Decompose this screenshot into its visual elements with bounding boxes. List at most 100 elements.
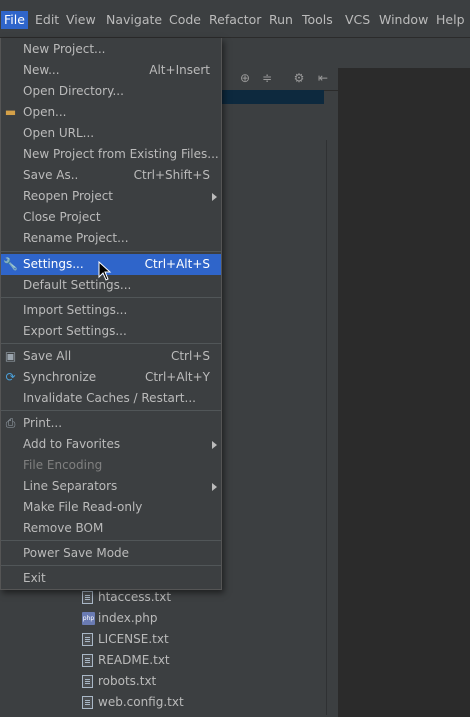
menu-item-exit[interactable]: Exit <box>1 568 221 589</box>
tree-item-readme[interactable]: README.txt <box>82 650 170 670</box>
menu-item-open[interactable]: ▬ Open... <box>1 102 221 123</box>
menu-separator <box>1 540 221 541</box>
tree-item-htaccess[interactable]: htaccess.txt <box>82 587 171 607</box>
menu-item-invalidate-caches[interactable]: Invalidate Caches / Restart... <box>1 388 221 409</box>
menu-item-synchronize[interactable]: ⟳ Synchronize Ctrl+Alt+Y <box>1 367 221 388</box>
submenu-arrow-icon <box>212 483 217 491</box>
shortcut-label: Ctrl+Shift+S <box>133 168 210 182</box>
gear-icon[interactable]: ⚙ <box>292 71 306 85</box>
file-label: README.txt <box>98 653 170 667</box>
file-label: index.php <box>98 611 158 625</box>
menu-item-label: New Project... <box>23 42 106 56</box>
menu-item-label: Invalidate Caches / Restart... <box>23 391 196 405</box>
menu-item-new-from-existing[interactable]: New Project from Existing Files... <box>1 144 221 165</box>
menu-item-open-directory[interactable]: Open Directory... <box>1 81 221 102</box>
wrench-icon: 🔧 <box>3 257 18 271</box>
menu-refactor[interactable]: Refactor <box>206 11 264 29</box>
php-file-icon: php <box>82 611 95 625</box>
file-label: htaccess.txt <box>98 590 172 604</box>
save-icon: ▣ <box>4 349 17 363</box>
menu-item-label: Export Settings... <box>23 324 127 338</box>
menu-item-label: File Encoding <box>23 458 103 472</box>
menu-item-label: Line Separators <box>23 479 118 493</box>
tree-item-license[interactable]: LICENSE.txt <box>82 629 169 649</box>
menu-item-line-separators[interactable]: Line Separators <box>1 476 221 497</box>
text-file-icon <box>82 590 93 604</box>
menu-item-label: Default Settings... <box>23 278 132 292</box>
menu-separator <box>1 251 221 252</box>
file-label: robots.txt <box>98 674 157 688</box>
menu-item-label: Reopen Project <box>23 189 113 203</box>
menu-item-label: Synchronize <box>23 370 97 384</box>
menu-item-label: Open... <box>23 105 67 119</box>
shortcut-label: Ctrl+S <box>170 349 210 363</box>
tree-item-web-config[interactable]: web.config.txt <box>82 692 184 712</box>
project-scrollbar[interactable] <box>326 140 337 715</box>
menu-item-rename-project[interactable]: Rename Project... <box>1 228 221 249</box>
menu-file[interactable]: File <box>1 11 28 29</box>
menu-item-label: Exit <box>23 571 46 585</box>
menu-help[interactable]: Help <box>433 11 468 29</box>
menu-item-label: Rename Project... <box>23 231 129 245</box>
menu-item-open-url[interactable]: Open URL... <box>1 123 221 144</box>
hide-icon[interactable]: ⇤ <box>316 71 330 85</box>
menu-item-remove-bom[interactable]: Remove BOM <box>1 518 221 539</box>
menu-item-file-encoding: File Encoding <box>1 455 221 476</box>
menu-item-print[interactable]: ⎙ Print... <box>1 413 221 434</box>
menu-item-new[interactable]: New... Alt+Insert <box>1 60 221 81</box>
menu-item-add-to-favorites[interactable]: Add to Favorites <box>1 434 221 455</box>
text-file-icon <box>82 632 93 646</box>
project-toolbar: ⊕ ≑ ⚙ ⇤ <box>222 68 338 91</box>
menu-item-label: Open Directory... <box>23 84 124 98</box>
menu-item-label: Import Settings... <box>23 303 128 317</box>
menu-item-power-save-mode[interactable]: Power Save Mode <box>1 543 221 564</box>
menu-item-reopen-project[interactable]: Reopen Project <box>1 186 221 207</box>
menu-item-label: Print... <box>23 416 63 430</box>
menu-item-label: New Project from Existing Files... <box>23 147 219 161</box>
menu-item-import-settings[interactable]: Import Settings... <box>1 300 221 321</box>
text-file-icon <box>82 653 93 667</box>
menu-item-label: Close Project <box>23 210 101 224</box>
menu-window[interactable]: Window <box>376 11 431 29</box>
menu-separator <box>1 297 221 298</box>
navigation-bar <box>222 38 470 69</box>
tree-item-robots[interactable]: robots.txt <box>82 671 156 691</box>
shortcut-label: Ctrl+Alt+Y <box>144 370 210 384</box>
menu-item-save-as[interactable]: Save As.. Ctrl+Shift+S <box>1 165 221 186</box>
menu-item-label: New... <box>23 63 60 77</box>
locate-icon[interactable]: ⊕ <box>238 71 252 85</box>
editor-area[interactable] <box>338 68 470 717</box>
menu-item-close-project[interactable]: Close Project <box>1 207 221 228</box>
project-tree: htaccess.txt php index.php LICENSE.txt R… <box>0 586 326 717</box>
printer-icon: ⎙ <box>5 416 16 430</box>
file-menu-dropdown: New Project... New... Alt+Insert Open Di… <box>0 38 222 590</box>
menu-item-label: Save As.. <box>23 168 79 182</box>
menu-edit[interactable]: Edit <box>32 11 62 29</box>
menu-tools[interactable]: Tools <box>299 11 336 29</box>
menu-item-label: Remove BOM <box>23 521 104 535</box>
menu-item-make-read-only[interactable]: Make File Read-only <box>1 497 221 518</box>
menu-item-new-project[interactable]: New Project... <box>1 39 221 60</box>
file-label: web.config.txt <box>98 695 184 709</box>
menu-item-label: Add to Favorites <box>23 437 121 451</box>
folder-icon: ▬ <box>4 105 17 119</box>
tree-item-index-php[interactable]: php index.php <box>82 608 157 628</box>
menu-item-label: Power Save Mode <box>23 546 130 560</box>
menu-item-save-all[interactable]: ▣ Save All Ctrl+S <box>1 346 221 367</box>
menu-navigate[interactable]: Navigate <box>103 11 165 29</box>
menu-item-label: Save All <box>23 349 72 363</box>
menu-view[interactable]: View <box>63 11 99 29</box>
menu-run[interactable]: Run <box>266 11 296 29</box>
shortcut-label: Alt+Insert <box>149 63 210 77</box>
selected-tree-row <box>222 90 324 104</box>
sync-icon: ⟳ <box>5 370 16 384</box>
collapse-icon[interactable]: ≑ <box>260 71 274 85</box>
file-label: LICENSE.txt <box>98 632 169 646</box>
menu-bar: File Edit View Navigate Code Refactor Ru… <box>0 0 470 38</box>
menu-vcs[interactable]: VCS <box>342 11 373 29</box>
text-file-icon <box>82 674 93 688</box>
menu-item-export-settings[interactable]: Export Settings... <box>1 321 221 342</box>
menu-code[interactable]: Code <box>166 11 204 29</box>
text-file-icon <box>82 695 93 709</box>
mouse-cursor-icon <box>98 261 112 281</box>
